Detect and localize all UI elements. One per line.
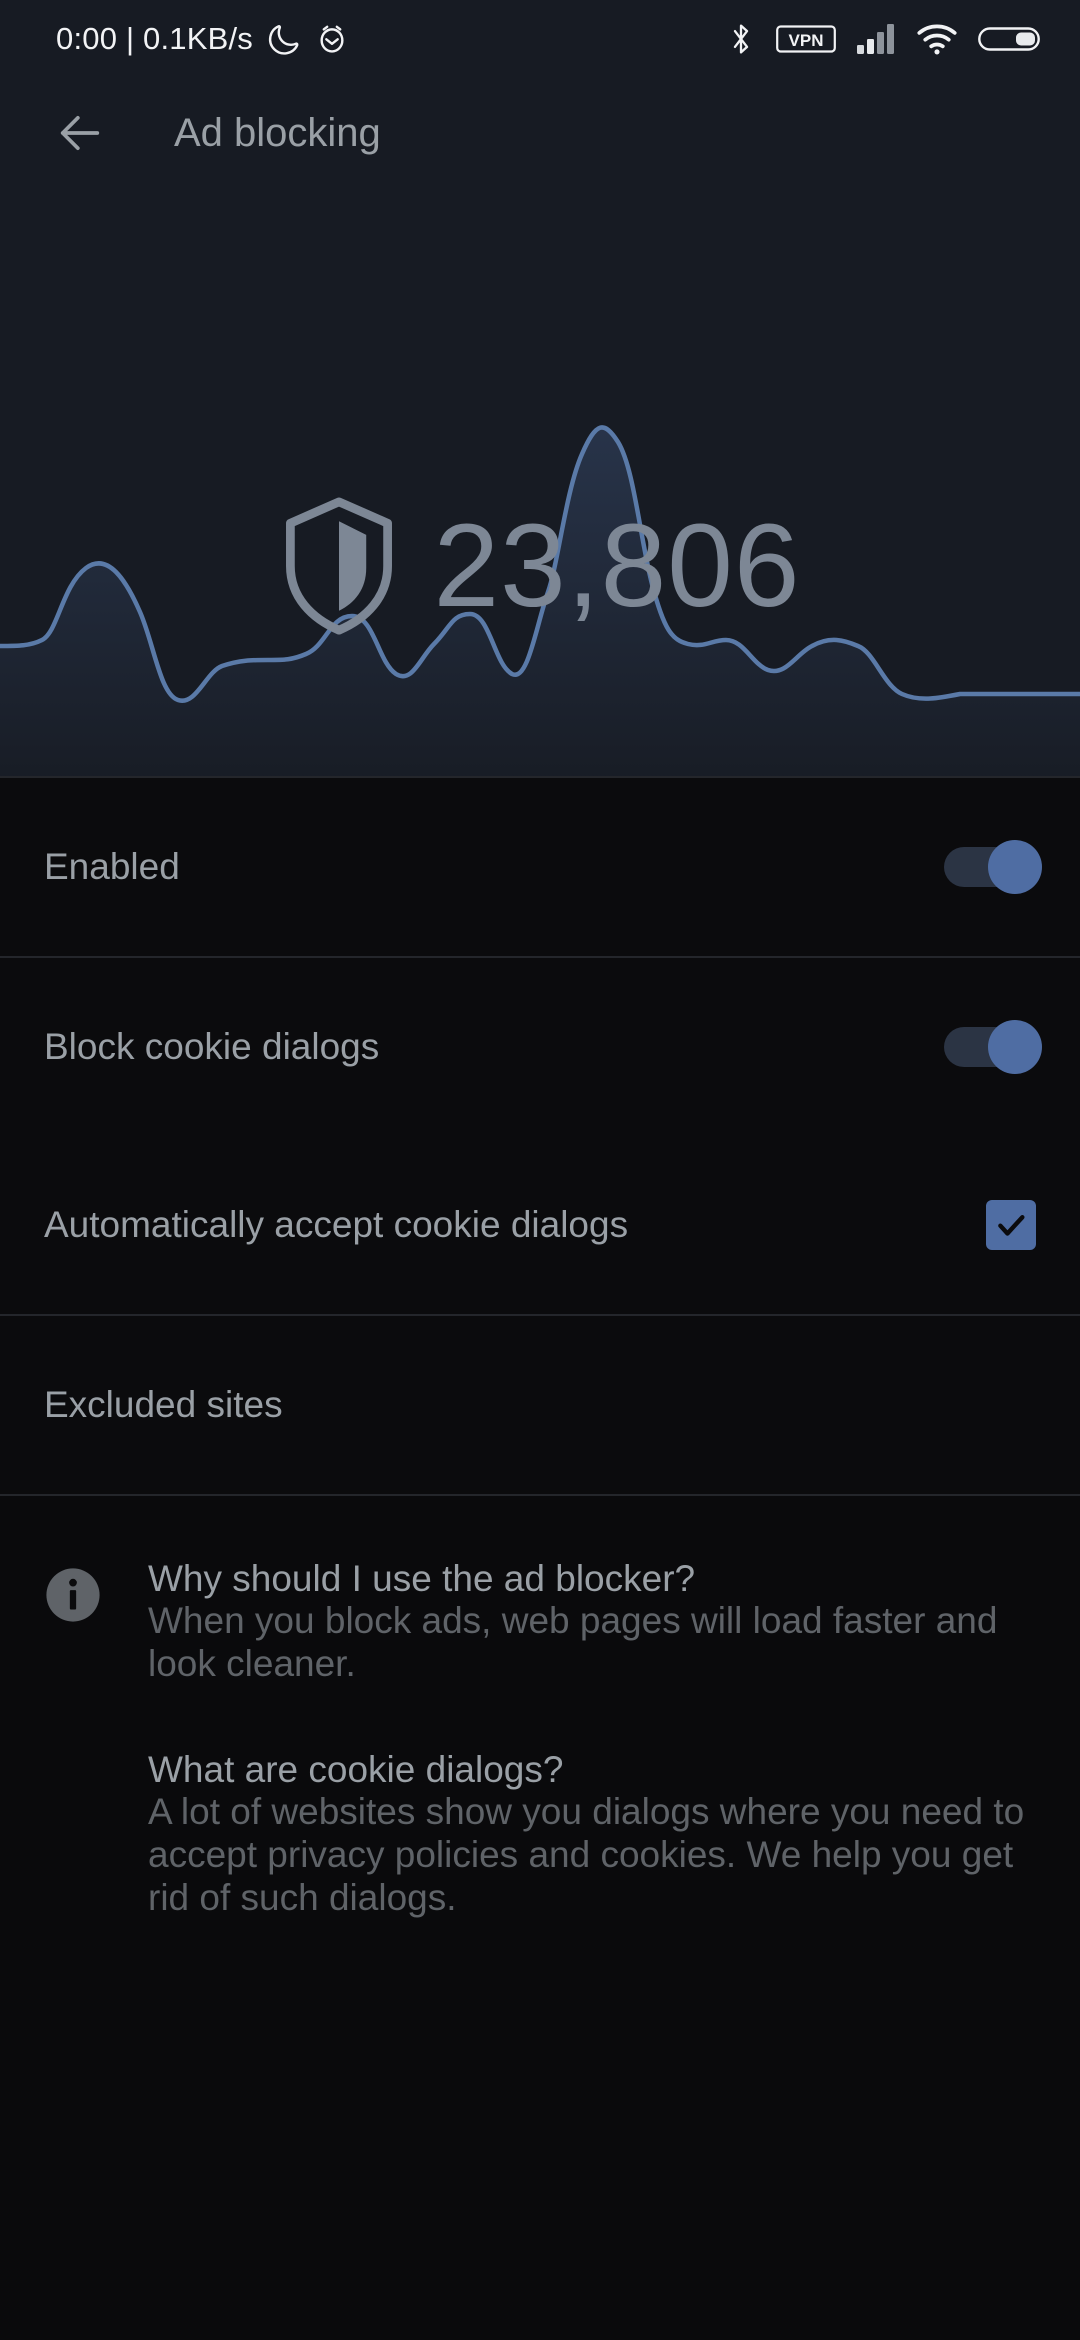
bluetooth-icon: [726, 22, 756, 56]
page-title: Ad blocking: [174, 110, 381, 155]
faq-question-1: Why should I use the ad blocker?: [148, 1558, 696, 1599]
faq-item-2: What are cookie dialogs? A lot of websit…: [148, 1749, 1036, 1919]
row-auto-accept-cookie-dialogs[interactable]: Automatically accept cookie dialogs: [0, 1136, 1080, 1314]
block-cookie-dialogs-toggle[interactable]: [944, 1020, 1042, 1074]
back-button[interactable]: [48, 101, 112, 165]
info-section: Why should I use the ad blocker? When yo…: [0, 1496, 1080, 1919]
blocked-requests-chart: [0, 425, 1080, 776]
wifi-icon: [916, 22, 958, 56]
row-block-cookie-dialogs[interactable]: Block cookie dialogs: [0, 958, 1080, 1136]
alarm-icon: [315, 22, 349, 56]
faq-item-1: Why should I use the ad blocker? When yo…: [148, 1558, 1036, 1685]
status-bar-left: 0:00 | 0.1KB/s: [56, 21, 349, 57]
row-excluded-sites[interactable]: Excluded sites: [0, 1316, 1080, 1494]
checkmark-icon: [998, 1215, 1025, 1236]
vpn-icon: VPN: [776, 22, 836, 56]
excluded-sites-section: Excluded sites: [0, 1316, 1080, 1494]
faq-answer-2: A lot of websites show you dialogs where…: [148, 1791, 1025, 1918]
row-enabled[interactable]: Enabled: [0, 778, 1080, 956]
info-text: Why should I use the ad blocker? When yo…: [148, 1558, 1036, 1919]
status-bar-right: VPN: [726, 22, 1050, 56]
auto-accept-cookie-dialogs-checkbox[interactable]: [986, 1200, 1036, 1250]
faq-answer-1: When you block ads, web pages will load …: [148, 1600, 998, 1684]
enabled-section: Enabled: [0, 778, 1080, 956]
app-bar: Ad blocking: [0, 78, 1080, 188]
status-clock-and-network-speed: 0:00 | 0.1KB/s: [56, 21, 253, 56]
info-icon: [44, 1566, 102, 1624]
cellular-signal-icon: [856, 22, 896, 56]
block-cookie-dialogs-toggle-thumb: [988, 1020, 1042, 1074]
enabled-toggle-thumb: [988, 840, 1042, 894]
enabled-toggle[interactable]: [944, 840, 1042, 894]
status-bar: 0:00 | 0.1KB/s VPN: [0, 0, 1080, 78]
row-excluded-sites-label: Excluded sites: [44, 1384, 283, 1425]
faq-question-2: What are cookie dialogs?: [148, 1749, 564, 1791]
battery-icon: [978, 22, 1040, 56]
svg-text:VPN: VPN: [789, 31, 824, 50]
arrow-left-icon: [60, 115, 100, 151]
row-enabled-label: Enabled: [44, 846, 180, 887]
blocked-count-hero: 23,806: [0, 188, 1080, 776]
moon-icon: [267, 22, 301, 56]
row-block-cookie-dialogs-label: Block cookie dialogs: [44, 1026, 380, 1067]
faq-spacer: [148, 1685, 1036, 1749]
row-auto-accept-cookie-dialogs-label: Automatically accept cookie dialogs: [44, 1204, 629, 1245]
cookie-dialogs-section: Block cookie dialogs Automatically accep…: [0, 958, 1080, 1314]
